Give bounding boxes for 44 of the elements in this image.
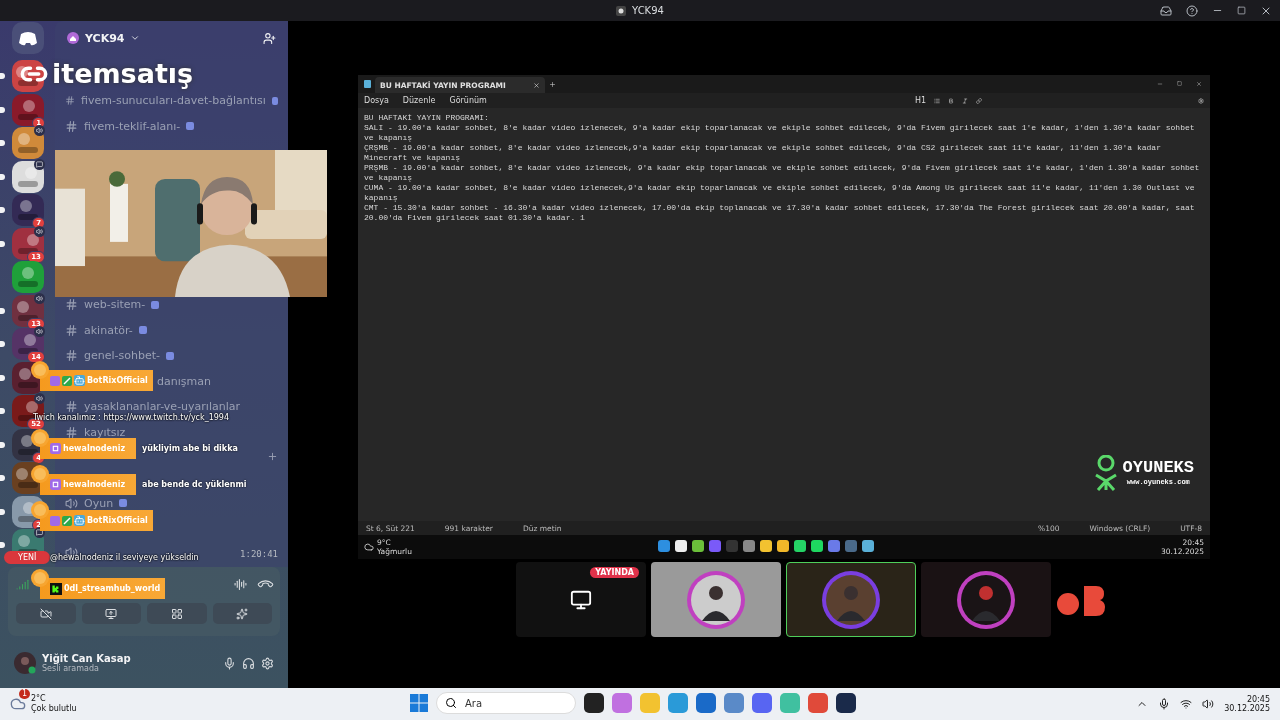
- chat-user: hewalnodeniz: [63, 444, 126, 453]
- heading-dropdown[interactable]: H1: [914, 96, 926, 105]
- channel-name[interactable]: akinatör-: [84, 323, 133, 337]
- channel-name[interactable]: genel-sohbet-: [84, 349, 160, 363]
- voice-timer: 1:20:41: [240, 549, 278, 559]
- channel-name[interactable]: Oyun: [84, 496, 114, 510]
- sponsor-logo: itemsatış: [52, 58, 194, 89]
- text-line: SALI - 19.00'a kadar sohbet, 8'e kadar video izlenecek, 9'a kadar ekip toparlanacak ve ekiple sohbet edilecek, 9'da Fivem girilecek saat 1'e kadar, 1'den 1.30'a kadar sohbet ve kapanış: [364, 123, 1196, 143]
- search-input[interactable]: Ara: [463, 696, 567, 710]
- chat-user: BotRixOfficial: [87, 516, 148, 525]
- sponsor-logo: OYUNEKS: [1122, 459, 1194, 477]
- live-badge: YAYINDA: [590, 567, 639, 578]
- chat-message: yükliyim abe bi dikka: [142, 444, 238, 453]
- alert-badge: 1: [19, 689, 31, 699]
- chat-message: abe bende dc yüklenmi: [142, 480, 247, 489]
- temperature: 2°C: [31, 694, 47, 704]
- chat-notice: @hewalnodeniz il seviyeye yükseldin: [50, 553, 199, 562]
- menu-item[interactable]: Dosya: [364, 96, 389, 105]
- clock-time: 20:45: [1246, 695, 1270, 704]
- new-pill: YENİ: [4, 551, 51, 564]
- channel-name[interactable]: yasaklananlar-ve-uyarılanlar: [84, 400, 240, 414]
- text-line: ÇRŞMB - 19.00'a kadar sohbet, 8'e kadar video izlenecek,9'a kadar ekip toparlanacak ve ekiple sohbet edilecek, 9'da CS2 girilecek saat 11'e kadar, 11'den 1.30'a kadar Minecraft ve kapanış: [364, 143, 1162, 163]
- text-line: CUMA - 19.00'a kadar sohbet, 8'e kadar video izlenecek,9'a kadar ekip toparlanacak ve ekiple sohbet edilecek, 9'da Among Us girilecek saat 11'e kadar, 11'den 1.30 Outlast ve kapanış: [364, 183, 1196, 203]
- menu-item[interactable]: Görünüm: [449, 96, 487, 105]
- channel-name[interactable]: danışman: [157, 374, 211, 388]
- user-name: Yiğit Can Kasap: [42, 653, 131, 664]
- menu-item[interactable]: Düzenle: [402, 96, 436, 105]
- channel-name[interactable]: fivem-teklif-alanı-: [84, 119, 181, 133]
- chat-user: BotRixOfficial: [87, 376, 148, 385]
- chat-user: 0dl_streamhub_world: [64, 584, 161, 593]
- channel-name[interactable]: kayıtsız: [84, 425, 126, 439]
- user-status: Sesli aramada: [42, 664, 99, 673]
- channel-name[interactable]: fivem-sunucuları-davet-bağlantısı: [81, 94, 266, 108]
- search-field[interactable]: Ara: [436, 692, 576, 714]
- weather-text: Çok bulutlu: [31, 704, 77, 714]
- participant-tile[interactable]: YAYINDA: [516, 562, 646, 637]
- text-line: BU HAFTAKİ YAYIN PROGRAMI:: [364, 113, 489, 123]
- text-line: PRŞMB - 19.00'a kadar sohbet, 8'e kadar video izlenecek, 9'a kadar ekip toparlanacak ve ekiple sohbet edilecek, 9'da Fivem girilecek saat 1'e kadar, 1'den 1.30'a kadar sohbet ve kapanış: [364, 163, 1201, 183]
- text-line: CMT - 15.30'a kadar sohbet - 16.30'a kadar video izlenecek, 17.00'da ekip toplanacak ve 17.30'a kadar sohbet edilecek, 17.30'da The Forest girilecek saat 20.00'a kadar, saat 20.00'da Fivem girilecek saat 01.30'a kadar. 1: [364, 203, 1196, 223]
- channel-name[interactable]: web-sitem-: [84, 298, 146, 312]
- clock-date: 30.12.2025: [1224, 704, 1270, 713]
- window-title: YCK94: [632, 5, 664, 16]
- server-name[interactable]: YCK94: [85, 31, 125, 45]
- chat-user: hewalnodeniz: [63, 480, 126, 489]
